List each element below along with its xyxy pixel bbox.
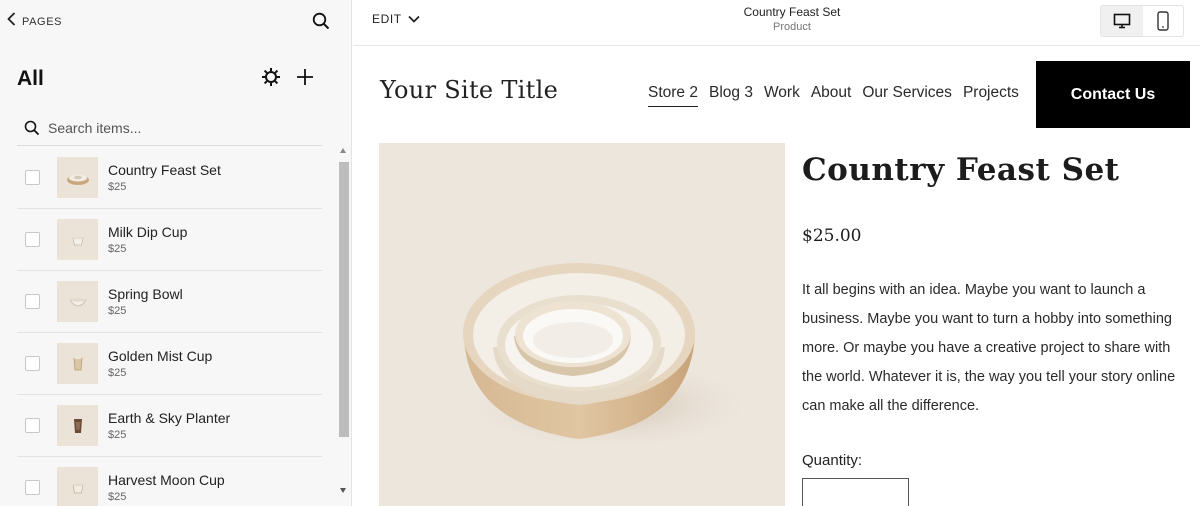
nav-link-store[interactable]: Store 2 <box>648 84 698 107</box>
device-toggle <box>1100 5 1184 37</box>
item-name: Golden Mist Cup <box>108 348 213 364</box>
scroll-thumb[interactable] <box>339 162 349 437</box>
list-item[interactable]: Golden Mist Cup $25 <box>17 333 322 395</box>
item-thumbnail <box>57 281 98 322</box>
list-item[interactable]: Earth & Sky Planter $25 <box>17 395 322 457</box>
nav-link-projects[interactable]: Projects <box>963 84 1019 107</box>
item-thumbnail <box>57 219 98 260</box>
item-name: Milk Dip Cup <box>108 224 188 240</box>
list-item[interactable]: Spring Bowl $25 <box>17 271 322 333</box>
chevron-down-icon <box>408 15 420 23</box>
search-icon <box>24 120 40 135</box>
item-price: $25 <box>108 367 127 379</box>
search-input[interactable] <box>48 119 308 136</box>
product-price: $25.00 <box>802 226 862 246</box>
item-list-scrollbar[interactable] <box>338 148 349 498</box>
item-name: Harvest Moon Cup <box>108 472 225 488</box>
product-image[interactable] <box>379 143 785 506</box>
item-checkbox[interactable] <box>25 170 40 185</box>
item-checkbox[interactable] <box>25 480 40 495</box>
item-price: $25 <box>108 181 127 193</box>
nav-link-our-services[interactable]: Our Services <box>862 84 952 107</box>
desktop-icon[interactable] <box>1101 6 1143 36</box>
quantity-field[interactable] <box>802 478 909 506</box>
items-panel: PAGES All Country Feast S <box>0 0 352 506</box>
product-description: It all begins with an idea. Maybe you wa… <box>802 282 1176 414</box>
collection-heading: All <box>17 67 44 90</box>
item-name: Spring Bowl <box>108 286 183 302</box>
item-price: $25 <box>108 305 127 317</box>
page-title: Country Feast Set <box>743 5 841 19</box>
item-thumbnail <box>57 343 98 384</box>
nav-link-about[interactable]: About <box>811 84 852 107</box>
page-type-label: Product <box>773 21 811 33</box>
contact-us-button[interactable]: Contact Us <box>1036 61 1190 128</box>
item-thumbnail <box>57 467 98 506</box>
search-items-field <box>17 110 322 146</box>
nav-link-blog[interactable]: Blog 3 <box>709 84 753 107</box>
product-photo <box>459 263 759 453</box>
chevron-left-icon <box>6 11 18 32</box>
scroll-down-arrow-icon[interactable] <box>340 488 346 493</box>
item-name: Earth & Sky Planter <box>108 410 231 426</box>
quantity-label: Quantity: <box>802 452 863 469</box>
item-checkbox[interactable] <box>25 418 40 433</box>
list-item[interactable]: Harvest Moon Cup $25 <box>17 457 322 506</box>
item-checkbox[interactable] <box>25 294 40 309</box>
search-icon[interactable] <box>311 11 331 31</box>
panel-topbar: PAGES <box>0 0 352 40</box>
nav-link-work[interactable]: Work <box>764 84 800 107</box>
item-price: $25 <box>108 429 127 441</box>
site-preview: EDIT Country Feast Set Product Your Site… <box>353 0 1200 506</box>
gear-icon[interactable] <box>260 66 282 88</box>
preview-toolbar: EDIT Country Feast Set Product <box>353 0 1200 46</box>
item-thumbnail <box>57 405 98 446</box>
item-thumbnail <box>57 157 98 198</box>
item-checkbox[interactable] <box>25 232 40 247</box>
list-item[interactable]: Milk Dip Cup $25 <box>17 209 322 271</box>
back-to-pages-link[interactable]: PAGES <box>6 11 62 32</box>
edit-button[interactable]: EDIT <box>372 12 421 26</box>
item-price: $25 <box>108 243 127 255</box>
scroll-up-arrow-icon[interactable] <box>340 148 346 153</box>
item-price: $25 <box>108 491 127 503</box>
item-checkbox[interactable] <box>25 356 40 371</box>
list-item[interactable]: Country Feast Set $25 <box>17 147 322 209</box>
edit-label: EDIT <box>372 12 402 26</box>
site-title-logo[interactable]: Your Site Title <box>380 76 558 104</box>
item-name: Country Feast Set <box>108 162 221 178</box>
plus-icon[interactable] <box>294 66 316 88</box>
site-navigation: Store 2 Blog 3 Work About Our Services P… <box>648 84 1030 107</box>
mobile-icon[interactable] <box>1143 6 1184 36</box>
product-title: Country Feast Set <box>802 152 1120 188</box>
item-list: Country Feast Set $25 Milk Dip Cup $25 S… <box>17 147 322 506</box>
back-label: PAGES <box>22 15 63 28</box>
